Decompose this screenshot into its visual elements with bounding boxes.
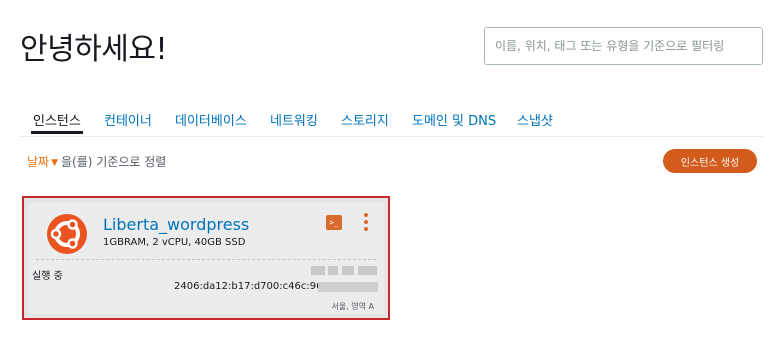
- instance-status: 실행 중: [32, 271, 63, 282]
- card-divider: [36, 259, 376, 260]
- tab-networking[interactable]: 네트워킹: [270, 110, 318, 129]
- chevron-down-icon[interactable]: ▼: [51, 158, 58, 168]
- terminal-icon[interactable]: >_: [326, 215, 342, 230]
- instance-region: 서울, 영역 A: [331, 302, 374, 311]
- instance-spec: 1GBRAM, 2 vCPU, 40GB SSD: [103, 237, 246, 248]
- instance-card-body: Liberta_wordpress 1GBRAM, 2 vCPU, 40GB S…: [28, 202, 384, 314]
- filter-search-input[interactable]: [484, 27, 763, 65]
- tab-snapshots[interactable]: 스냅샷: [517, 110, 553, 129]
- ipv6-address: 2406:da12:b17:d700:c46c:9693:: [174, 281, 339, 292]
- greeting-heading: 안녕하세요!: [20, 32, 168, 67]
- sort-label: 을(를) 기준으로 정렬: [61, 155, 167, 169]
- ipv6-address-redacted: [318, 282, 378, 292]
- ipv4-address-redacted: [311, 266, 377, 275]
- ubuntu-icon: [47, 214, 87, 254]
- instance-card[interactable]: Liberta_wordpress 1GBRAM, 2 vCPU, 40GB S…: [22, 196, 390, 320]
- tab-storage[interactable]: 스토리지: [341, 110, 389, 129]
- tab-instances[interactable]: 인스턴스: [31, 110, 83, 134]
- sort-control: 날짜 ▼ 을(를) 기준으로 정렬: [27, 153, 166, 170]
- tab-containers[interactable]: 컨테이너: [104, 110, 152, 129]
- tab-databases[interactable]: 데이터베이스: [175, 110, 247, 129]
- tab-domains-dns[interactable]: 도메인 및 DNS: [412, 110, 496, 129]
- ubuntu-logo-svg: [50, 219, 80, 249]
- more-vertical-icon[interactable]: [362, 213, 370, 231]
- instance-name-link[interactable]: Liberta_wordpress: [103, 215, 249, 234]
- create-instance-button[interactable]: 인스턴스 생성: [663, 149, 757, 173]
- sort-key-dropdown[interactable]: 날짜: [27, 155, 49, 169]
- resource-tabs: 인스턴스 컨테이너 데이터베이스 네트워킹 스토리지 도메인 및 DNS 스냅샷: [20, 110, 763, 137]
